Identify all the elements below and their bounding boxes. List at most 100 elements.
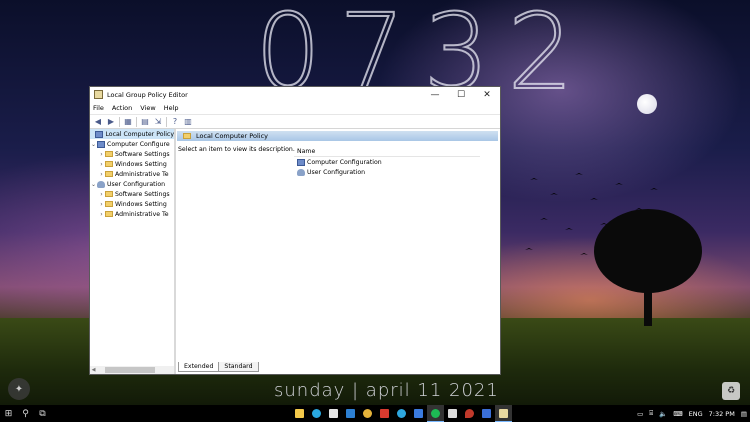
tab-extended[interactable]: Extended [178,362,220,372]
tree-label: Software Settings [115,150,170,158]
expand-chevron-icon[interactable]: › [98,151,105,158]
shield-icon[interactable] [444,405,461,422]
tree-item-computer-administrative-templates[interactable]: › Administrative Te [90,169,174,179]
menu-file[interactable]: File [93,104,104,112]
start-windows-icon[interactable]: ⊞ [0,405,17,422]
tree-label: Windows Setting [115,200,167,208]
moon-graphic [637,94,657,114]
telegram-icon[interactable] [393,405,410,422]
menu-action[interactable]: Action [112,104,132,112]
taskbar: ⊞ ⚲ ⧉ ▭ ⌸ 🔈 ⌨ ENG 7:32 PM ▤ [0,405,750,422]
folder-icon [105,191,113,197]
search-icon[interactable]: ⚲ [17,405,34,422]
description-text: Select an item to view its description. [178,146,295,153]
toolbar-separator [136,116,137,127]
edge-icon[interactable] [308,405,325,422]
volume-icon[interactable]: 🔈 [659,410,667,418]
tree-label: Local Computer Policy [105,130,174,138]
tree-item-local-computer-policy[interactable]: Local Computer Policy [90,129,174,139]
recycle-bin-icon[interactable]: ♻ [722,382,740,400]
gpedit-taskbar-icon[interactable] [495,405,512,422]
forward-arrow-icon[interactable]: ▶ [106,117,116,127]
folder-icon [105,171,113,177]
mail-icon[interactable] [342,405,359,422]
fingerprint-icon[interactable]: ✦ [8,378,30,400]
list-item-label: User Configuration [307,168,366,176]
export-list-icon[interactable]: ⇲ [153,117,163,127]
spotify-icon[interactable] [427,405,444,422]
menu-view[interactable]: View [140,104,155,112]
desktop-date: sunday | april 11 2021 [274,380,499,401]
pdf-icon[interactable] [376,405,393,422]
minimize-button[interactable]: — [422,87,448,102]
tree-item-computer-configuration[interactable]: ⌄ Computer Configure [90,139,174,149]
window-title: Local Group Policy Editor [107,90,188,99]
tree-label: Windows Setting [115,160,167,168]
language-indicator[interactable]: ENG [689,410,703,418]
tree-label: Software Settings [115,190,170,198]
expand-chevron-icon[interactable]: › [98,211,105,218]
details-header: Local Computer Policy [177,131,498,141]
tree-item-user-software-settings[interactable]: › Software Settings [90,189,174,199]
notes-icon[interactable] [410,405,427,422]
content-panes: Local Computer Policy ⌄ Computer Configu… [90,129,500,374]
close-button[interactable]: ✕ [474,87,500,102]
file-explorer-icon[interactable] [291,405,308,422]
droplet-icon[interactable] [461,405,478,422]
toolbar: ◀ ▶ ▦ ▤ ⇲ ? ▥ [90,115,500,129]
back-arrow-icon[interactable]: ◀ [93,117,103,127]
expand-chevron-icon[interactable]: › [98,191,105,198]
tree-label: Administrative Te [115,210,169,218]
policy-icon [95,130,104,138]
toolbar-separator [119,116,120,127]
notifications-icon[interactable]: ▤ [741,410,747,418]
list-item-user-configuration[interactable]: User Configuration [294,167,480,177]
show-hide-tree-icon[interactable]: ▦ [123,117,133,127]
tree-item-computer-windows-settings[interactable]: › Windows Setting [90,159,174,169]
view-tabs: Extended Standard [178,362,259,372]
taskbar-clock[interactable]: 7:32 PM [709,410,735,418]
tab-standard[interactable]: Standard [218,362,259,372]
properties-icon[interactable]: ▤ [140,117,150,127]
scroll-left-icon[interactable]: ◀ [90,367,97,373]
computer-icon [297,158,305,166]
tree-item-user-configuration[interactable]: ⌄ User Configuration [90,179,174,189]
folder-icon [105,161,113,167]
store-icon[interactable] [325,405,342,422]
tree-label: User Configuration [107,180,166,188]
network-icon[interactable]: ⌸ [649,409,653,418]
expand-chevron-icon[interactable]: › [98,201,105,208]
tree-item-user-windows-settings[interactable]: › Windows Setting [90,199,174,209]
user-icon [297,168,305,176]
folder-icon [105,151,113,157]
collapse-chevron-icon[interactable]: ⌄ [90,181,97,188]
tree-silhouette [594,209,702,326]
title-bar[interactable]: Local Group Policy Editor — ☐ ✕ [90,87,500,102]
view-icon[interactable]: ▥ [183,117,193,127]
column-header-name[interactable]: Name [294,146,480,157]
computer-icon [97,140,105,148]
task-view-icon[interactable]: ⧉ [34,405,51,422]
gpedit-window: Local Group Policy Editor — ☐ ✕ File Act… [89,86,501,375]
details-header-title: Local Computer Policy [196,132,268,140]
scrollbar-thumb[interactable] [105,367,155,373]
tree-item-computer-software-settings[interactable]: › Software Settings [90,149,174,159]
chrome-icon[interactable] [359,405,376,422]
battery-icon[interactable]: ▭ [637,410,643,418]
toolbar-separator [166,116,167,127]
folder-icon [105,201,113,207]
app-icon [94,90,103,99]
menu-help[interactable]: Help [164,104,179,112]
expand-chevron-icon[interactable]: › [98,171,105,178]
details-pane: Local Computer Policy Select an item to … [176,129,500,374]
tree-item-user-administrative-templates[interactable]: › Administrative Te [90,209,174,219]
maximize-button[interactable]: ☐ [448,87,474,102]
expand-chevron-icon[interactable]: › [98,161,105,168]
list-item-computer-configuration[interactable]: Computer Configuration [294,157,480,167]
help-icon[interactable]: ? [170,117,180,127]
collapse-chevron-icon[interactable]: ⌄ [90,141,97,148]
horizontal-scrollbar[interactable]: ◀ [90,366,174,374]
menu-bar: File Action View Help [90,102,500,115]
ime-icon[interactable]: ⌨ [673,410,682,418]
app-blue-icon[interactable] [478,405,495,422]
